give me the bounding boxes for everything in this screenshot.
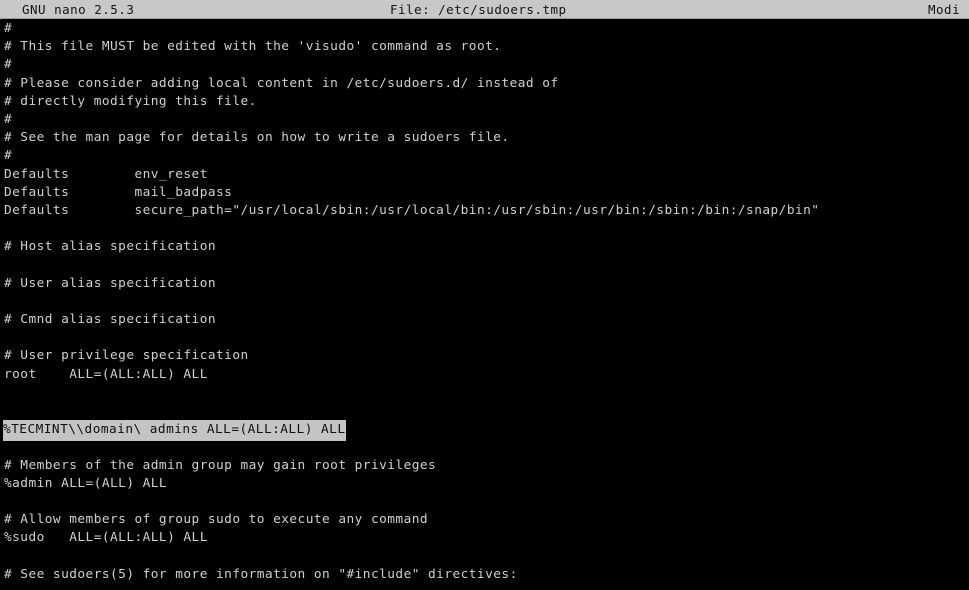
editor-line[interactable]: [0, 220, 969, 238]
editor-line-text: %sudo ALL=(ALL:ALL) ALL: [4, 530, 208, 546]
editor-line[interactable]: Defaults env_reset: [0, 166, 969, 184]
editor-line-text: # User alias specification: [4, 275, 217, 291]
editor-line[interactable]: #: [0, 20, 969, 38]
editor-line-text: Defaults secure_path="/usr/local/sbin:/u…: [4, 202, 820, 218]
editor-line-text: [4, 256, 12, 274]
editor-line-highlighted[interactable]: %TECMINT\\domain\ admins ALL=(ALL:ALL) A…: [0, 420, 969, 442]
editor-line-text: # Please consider adding local content i…: [4, 75, 559, 91]
editor-line[interactable]: # Cmnd alias specification: [0, 311, 969, 329]
editor-line[interactable]: [0, 438, 969, 456]
editor-line[interactable]: %sudo ALL=(ALL:ALL) ALL: [0, 529, 969, 547]
editor-line[interactable]: [0, 493, 969, 511]
nano-version-label: GNU nano 2.5.3: [22, 2, 135, 17]
editor-line-text: %admin ALL=(ALL) ALL: [4, 475, 168, 491]
editor-line-text: #: [4, 21, 13, 36]
editor-text-area[interactable]: # # This file MUST be edited with the 'vi…: [0, 20, 969, 590]
editor-line[interactable]: Defaults mail_badpass: [0, 184, 969, 202]
editor-line-text: # directly modifying this file.: [4, 93, 257, 109]
editor-line[interactable]: # User privilege specification: [0, 347, 969, 365]
editor-line-text: # Cmnd alias specification: [4, 312, 217, 327]
editor-line-text: Defaults mail_badpass: [4, 184, 233, 200]
title-bar: GNU nano 2.5.3 File: /etc/sudoers.tmp Mo…: [0, 0, 969, 19]
editor-line[interactable]: # Allow members of group sudo to execute…: [0, 511, 969, 529]
editor-line-text: [4, 329, 12, 347]
editor-line-text: #: [4, 57, 13, 73]
editor-line-text: [4, 547, 12, 565]
editor-line-text: #: [4, 111, 13, 127]
editor-line[interactable]: # Members of the admin group may gain ro…: [0, 457, 969, 475]
editor-line-text: #: [4, 148, 13, 164]
editor-line[interactable]: %admin ALL=(ALL) ALL: [0, 475, 969, 493]
editor-line-text: # Members of the admin group may gain ro…: [4, 457, 437, 473]
editor-line-text: # Host alias specification: [4, 239, 217, 255]
editor-line[interactable]: [0, 402, 969, 420]
editor-line[interactable]: #: [0, 147, 969, 165]
editor-line[interactable]: [0, 384, 969, 402]
editor-line[interactable]: root ALL=(ALL:ALL) ALL: [0, 366, 969, 384]
editor-line[interactable]: [0, 256, 969, 274]
editor-line[interactable]: # Please consider adding local content i…: [0, 75, 969, 93]
editor-line[interactable]: # User alias specification: [0, 275, 969, 293]
editor-line-text: # This file MUST be edited with the 'vis…: [4, 39, 502, 55]
editor-line[interactable]: Defaults secure_path="/usr/local/sbin:/u…: [0, 202, 969, 220]
editor-line[interactable]: [0, 547, 969, 565]
nano-editor-window: GNU nano 2.5.3 File: /etc/sudoers.tmp Mo…: [0, 0, 969, 590]
editor-line[interactable]: # See the man page for details on how to…: [0, 129, 969, 147]
editor-line-text: [4, 220, 12, 238]
file-path-label: File: /etc/sudoers.tmp: [390, 2, 567, 17]
editor-line-text: # User privilege specification: [4, 348, 249, 364]
editor-line-text: # See the man page for details on how to…: [4, 130, 510, 146]
editor-line-text: [4, 384, 12, 402]
editor-line-text: [4, 438, 12, 456]
editor-line-text: [4, 293, 12, 311]
modified-indicator-label: Modi: [928, 2, 961, 17]
editor-line[interactable]: [0, 329, 969, 347]
editor-line-text: # Allow members of group sudo to execute…: [4, 512, 429, 528]
editor-line-text: [4, 493, 12, 511]
editor-line-text: [4, 402, 12, 420]
editor-line[interactable]: # Host alias specification: [0, 238, 969, 256]
editor-line[interactable]: #: [0, 111, 969, 129]
editor-line[interactable]: [0, 293, 969, 311]
editor-line-text: root ALL=(ALL:ALL) ALL: [4, 366, 208, 382]
editor-line[interactable]: # This file MUST be edited with the 'vis…: [0, 38, 969, 56]
editor-line[interactable]: # directly modifying this file.: [0, 93, 969, 111]
editor-line-text: Defaults env_reset: [4, 166, 208, 182]
editor-line[interactable]: # See sudoers(5) for more information on…: [0, 566, 969, 584]
editor-line-text: # See sudoers(5) for more information on…: [4, 566, 518, 582]
editor-line[interactable]: #: [0, 56, 969, 74]
